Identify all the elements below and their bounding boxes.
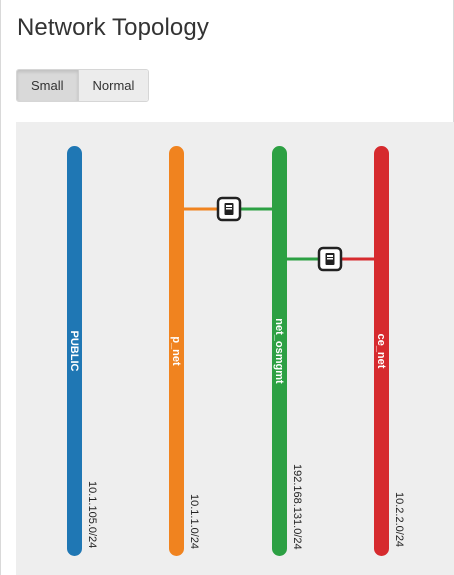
network-public[interactable]: PUBLIC 10.1.105.0/24: [67, 146, 98, 556]
router-2[interactable]: [317, 246, 343, 272]
network-topology-page: Network Topology Small Normal PUBLIC 10.…: [0, 0, 454, 575]
router-1[interactable]: [216, 196, 242, 222]
network-name-ce-net: ce_net: [375, 334, 387, 369]
view-size-toggle: Small Normal: [16, 69, 150, 102]
topology-graph: PUBLIC 10.1.105.0/24 p_net 10.1.1.0/24 n…: [67, 146, 405, 556]
network-net-osmgmt[interactable]: net_osmgmt 192.168.131.0/24: [272, 146, 303, 556]
network-cidr-net-osmgmt: 192.168.131.0/24: [291, 464, 303, 550]
router-icon: [224, 203, 234, 215]
page-title: Network Topology: [17, 14, 209, 41]
network-cidr-ce-net: 10.2.2.0/24: [393, 492, 405, 547]
network-name-p-net: p_net: [170, 336, 182, 366]
normal-view-button[interactable]: Normal: [78, 70, 149, 101]
network-ce-net[interactable]: ce_net 10.2.2.0/24: [374, 146, 405, 556]
router-icon: [325, 253, 335, 265]
network-cidr-public: 10.1.105.0/24: [86, 481, 98, 548]
topology-canvas: PUBLIC 10.1.105.0/24 p_net 10.1.1.0/24 n…: [16, 122, 454, 575]
network-name-public: PUBLIC: [68, 331, 80, 372]
network-name-net-osmgmt: net_osmgmt: [273, 318, 285, 384]
network-cidr-p-net: 10.1.1.0/24: [188, 494, 200, 549]
small-view-button[interactable]: Small: [17, 70, 79, 101]
